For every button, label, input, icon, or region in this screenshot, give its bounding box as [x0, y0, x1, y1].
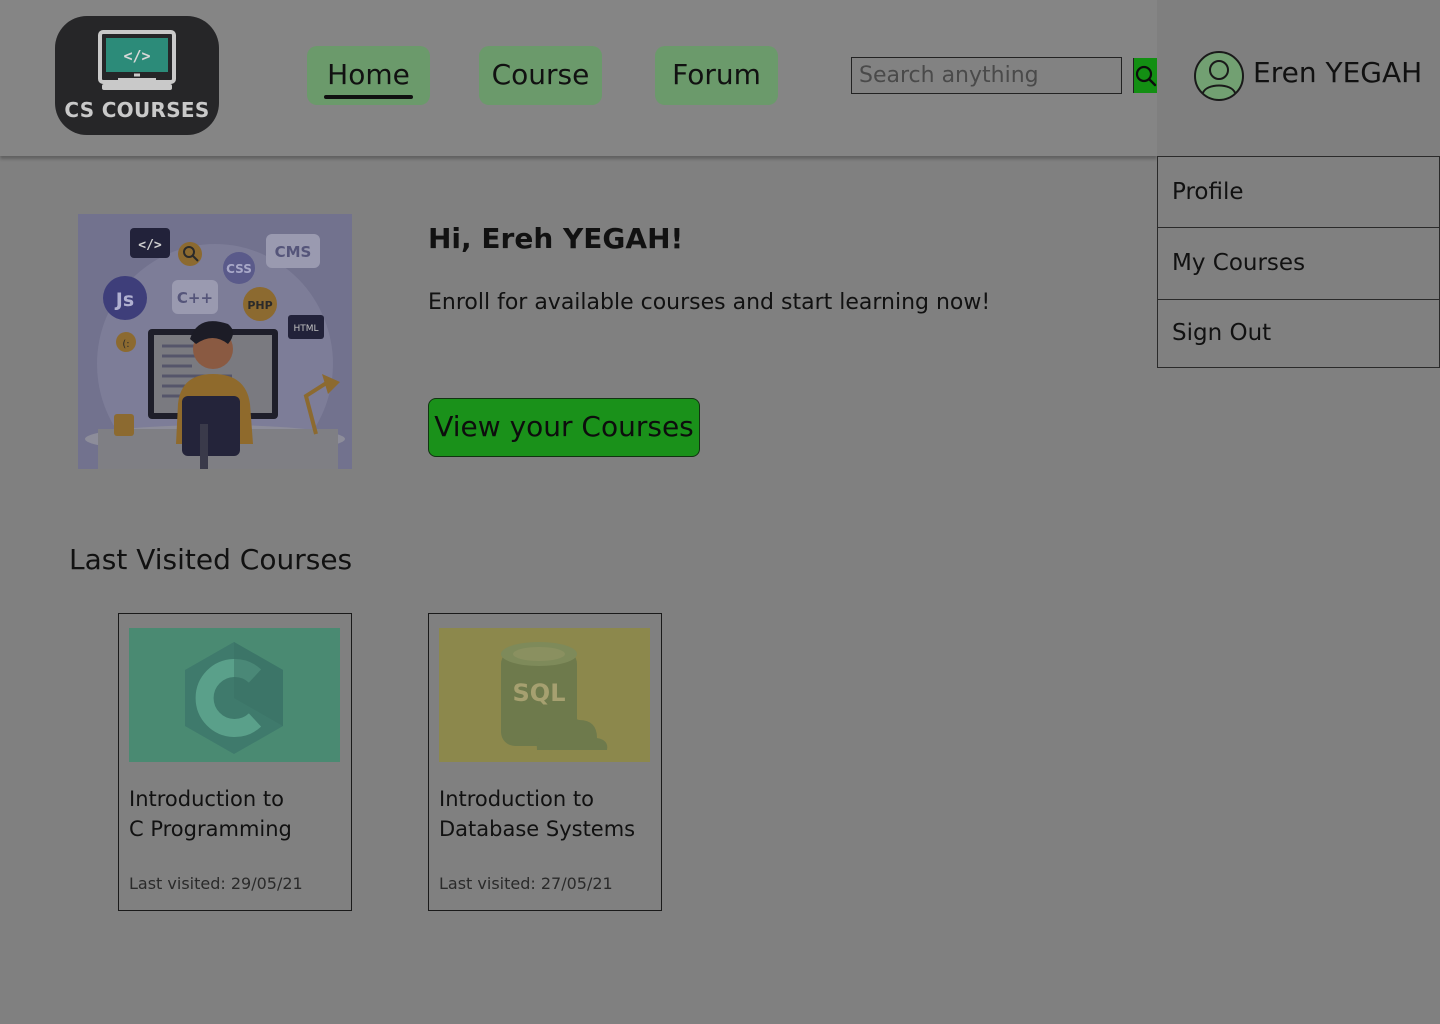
search-input[interactable]: [852, 58, 1133, 93]
bubble-smile: (:: [122, 339, 129, 350]
user-menu-toggle[interactable]: Eren YEGAH: [1157, 0, 1440, 156]
search-bar: [851, 57, 1158, 94]
last-visited-date: Last visited: 29/05/21: [129, 874, 303, 893]
brand-logo[interactable]: </> CS COURSES: [55, 16, 219, 135]
course-title: Introduction to C Programming: [129, 787, 292, 841]
menu-item-profile[interactable]: Profile: [1157, 156, 1440, 228]
bubble-html: HTML: [293, 324, 318, 334]
user-dropdown-menu: Profile My Courses Sign Out: [1157, 156, 1440, 368]
greeting-tagline: Enroll for available courses and start l…: [428, 290, 991, 315]
menu-item-sign-out[interactable]: Sign Out: [1157, 300, 1440, 368]
user-avatar-icon: [1194, 51, 1244, 101]
nav-course-label: Course: [491, 58, 590, 91]
brand-name: CS COURSES: [64, 98, 210, 122]
course-title: Introduction to Database Systems: [439, 787, 636, 841]
nav-forum-button[interactable]: Forum: [655, 46, 778, 105]
search-icon: [1135, 65, 1157, 86]
top-header: </> CS COURSES Home Course Forum: [0, 0, 1158, 156]
nav-forum-label: Forum: [672, 58, 761, 91]
user-name: Eren YEGAH: [1253, 56, 1423, 89]
search-button[interactable]: [1133, 58, 1158, 93]
sql-label: SQL: [513, 679, 566, 707]
course-card-c-programming[interactable]: Introduction to C Programming Last visit…: [118, 613, 352, 911]
bubble-code: </>: [138, 238, 162, 253]
bubble-js: Js: [114, 289, 134, 311]
course-card-database-systems[interactable]: SQL Introduction to Database Systems Las…: [428, 613, 662, 911]
nav-course-button[interactable]: Course: [479, 46, 602, 105]
greeting-heading: Hi, Ereh YEGAH!: [428, 222, 684, 255]
last-visited-date: Last visited: 27/05/21: [439, 874, 613, 893]
code-monitor-icon: </>: [98, 30, 176, 90]
c-language-icon: [185, 642, 283, 754]
bubble-cms: CMS: [275, 243, 312, 261]
bubble-php: PHP: [247, 299, 272, 312]
svg-text:</>: </>: [123, 47, 150, 65]
sql-database-icon: SQL: [501, 642, 608, 750]
nav-home-button[interactable]: Home: [307, 46, 430, 105]
bubble-css: CSS: [226, 262, 252, 276]
menu-item-my-courses[interactable]: My Courses: [1157, 228, 1440, 300]
nav-home-label: Home: [327, 58, 410, 91]
bubble-cpp: C++: [177, 289, 213, 307]
view-courses-button[interactable]: View your Courses: [428, 398, 700, 457]
active-tab-underline: [324, 95, 413, 99]
course-thumbnail: [129, 628, 340, 762]
section-title-last-visited: Last Visited Courses: [69, 543, 353, 576]
coding-illustration: </> CMS CSS Js C++ PHP HTML (:: [78, 214, 352, 469]
course-thumbnail: SQL: [439, 628, 650, 762]
